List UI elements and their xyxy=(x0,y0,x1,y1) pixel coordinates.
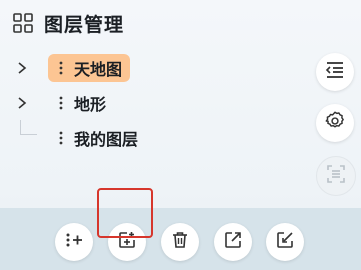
layer-manager-panel: 图层管理 天地图 地形 我的图层 xyxy=(0,0,361,270)
add-group-icon xyxy=(64,230,84,254)
drag-handle-icon[interactable] xyxy=(56,95,66,111)
add-layer-button[interactable] xyxy=(108,223,146,261)
drag-handle-icon[interactable] xyxy=(56,130,66,146)
tree-item-dixing[interactable]: 地形 xyxy=(12,88,114,118)
edit-icon xyxy=(275,230,295,254)
tree-node[interactable]: 地形 xyxy=(48,89,114,117)
tree-item-label: 天地图 xyxy=(74,60,123,79)
tree-node-selected[interactable]: 天地图 xyxy=(48,54,131,82)
export-button[interactable] xyxy=(214,223,252,261)
settings-button[interactable] xyxy=(316,104,354,142)
collapse-list-button[interactable] xyxy=(316,53,354,91)
delete-button[interactable] xyxy=(161,223,199,261)
export-icon xyxy=(223,230,243,254)
add-layer-icon xyxy=(117,230,137,254)
page-title: 图层管理 xyxy=(44,13,125,36)
chevron-right-icon[interactable] xyxy=(12,93,32,113)
grid-icon xyxy=(12,12,34,34)
scan-icon xyxy=(326,164,346,188)
gear-icon xyxy=(324,110,346,136)
trash-icon xyxy=(170,230,190,254)
edit-button[interactable] xyxy=(266,223,304,261)
tree-item-label: 我的图层 xyxy=(74,130,139,149)
add-group-button[interactable] xyxy=(55,223,93,261)
tree-item-tianditu[interactable]: 天地图 xyxy=(12,53,131,83)
panel-header: 图层管理 xyxy=(12,10,124,36)
drag-handle-icon[interactable] xyxy=(56,60,66,76)
tree-item-my-layers[interactable]: 我的图层 xyxy=(12,123,146,153)
tree-node[interactable]: 我的图层 xyxy=(48,124,146,152)
chevron-right-icon[interactable] xyxy=(12,58,32,78)
scan-button[interactable] xyxy=(316,156,356,196)
tree-item-label: 地形 xyxy=(74,95,107,114)
list-indent-icon xyxy=(325,61,345,83)
bottom-toolbar xyxy=(0,208,361,270)
